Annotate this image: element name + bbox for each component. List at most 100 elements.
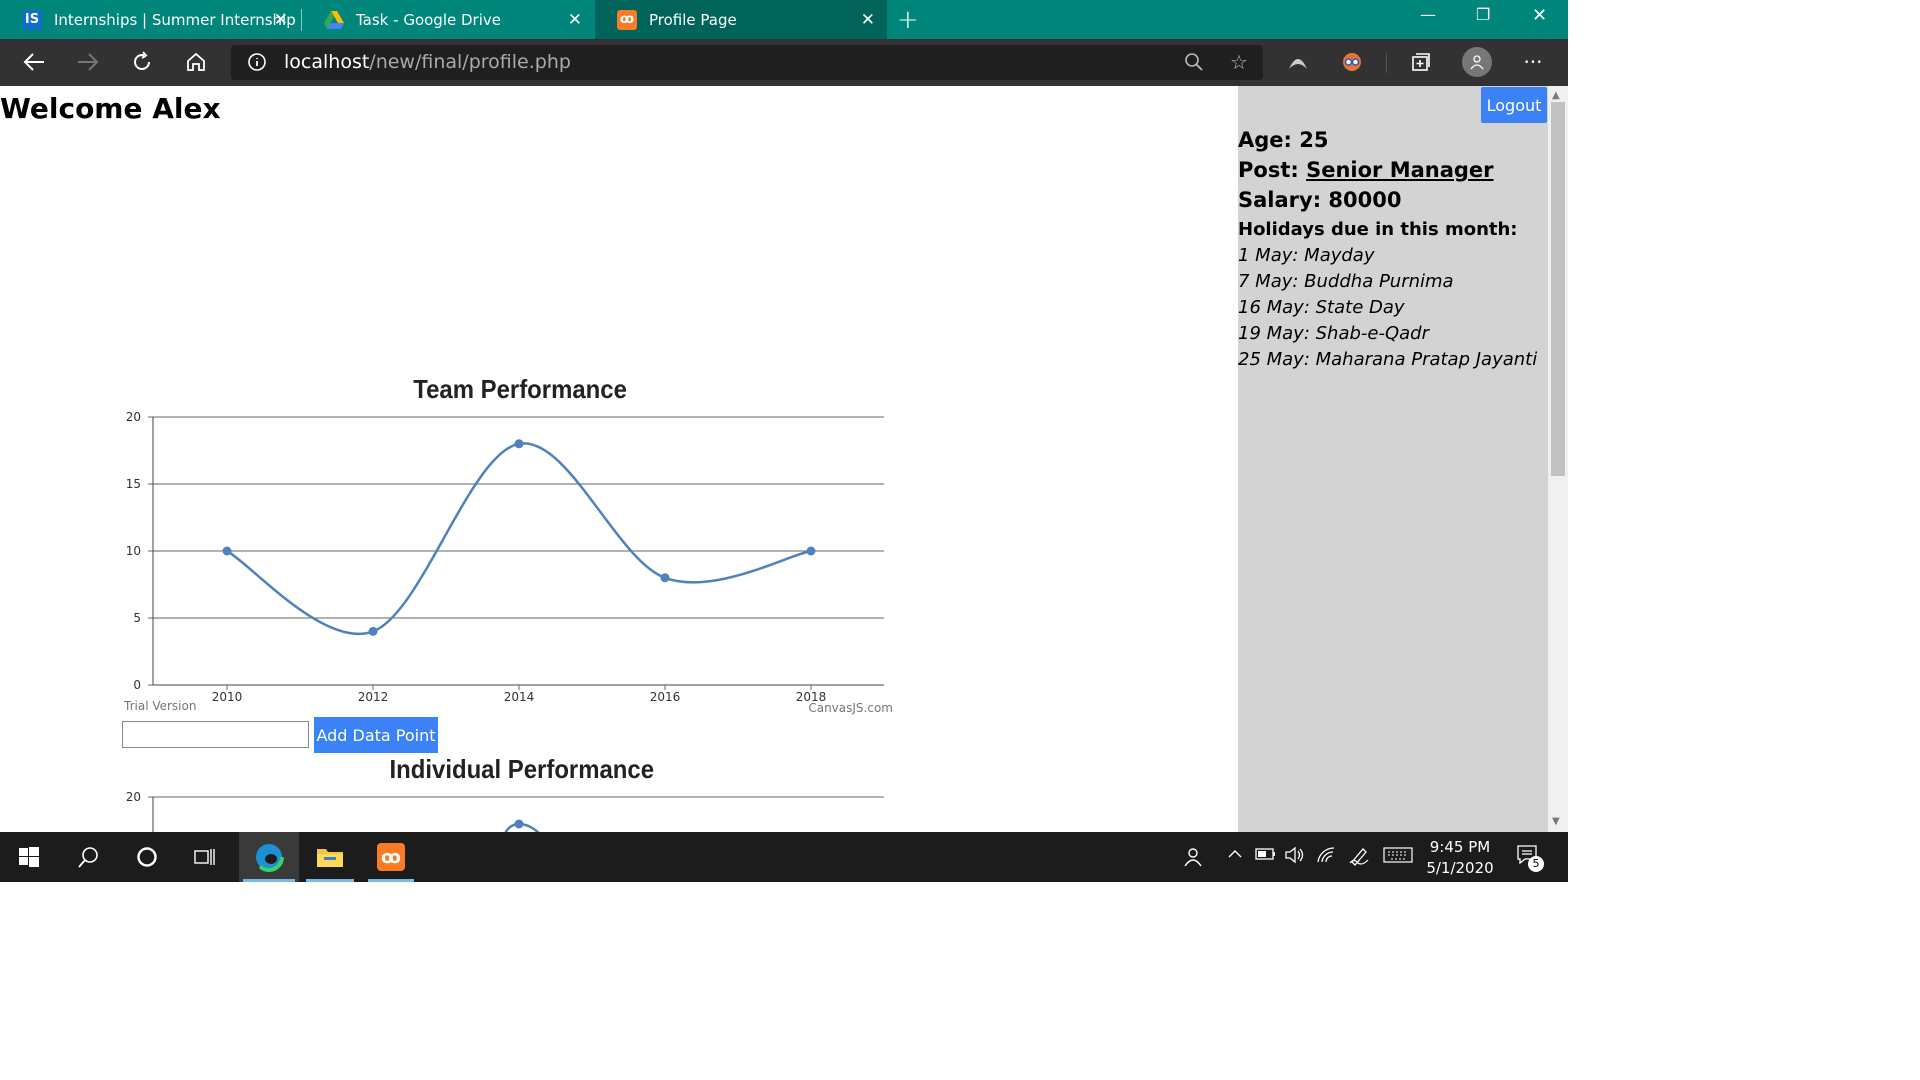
- open-indicator: [368, 879, 414, 882]
- xampp-taskbar-icon[interactable]: ꝏ: [364, 832, 418, 882]
- volume-icon[interactable]: [1284, 846, 1306, 868]
- notification-icon[interactable]: 5: [1516, 844, 1544, 872]
- post-line: Post: Senior Manager: [1238, 158, 1494, 182]
- restore-button[interactable]: ❐: [1476, 5, 1490, 24]
- system-clock[interactable]: 9:45 PM 5/1/2020: [1420, 837, 1500, 879]
- close-icon[interactable]: ✕: [861, 10, 875, 30]
- new-tab-button[interactable]: +: [897, 5, 919, 35]
- forward-icon[interactable]: [75, 49, 101, 75]
- file-explorer-icon[interactable]: [302, 832, 358, 882]
- back-icon[interactable]: [21, 49, 47, 75]
- notification-count-badge: 5: [1528, 856, 1544, 872]
- account-avatar-icon[interactable]: [1462, 47, 1492, 77]
- search-icon[interactable]: [60, 832, 118, 882]
- x-tick-label: 2010: [212, 690, 243, 704]
- xampp-icon: ꝏ: [617, 9, 637, 30]
- zoom-icon[interactable]: [1181, 49, 1207, 75]
- logout-button[interactable]: Logout: [1481, 87, 1547, 123]
- refresh-icon[interactable]: [129, 49, 155, 75]
- holidays-heading: Holidays due in this month:: [1238, 219, 1518, 240]
- address-bar[interactable]: localhost/new/final/profile.php ☆: [231, 45, 1263, 80]
- post-value[interactable]: Senior Manager: [1306, 158, 1493, 182]
- x-tick-label: 2014: [504, 690, 535, 704]
- people-icon[interactable]: [1181, 846, 1203, 872]
- profile-sidebar: Logout Age: 25 Post: Senior Manager Sala…: [1238, 86, 1548, 832]
- data-point: [368, 626, 378, 636]
- close-icon[interactable]: ✕: [274, 10, 288, 30]
- more-icon[interactable]: ···: [1520, 49, 1546, 75]
- y-tick-label: 10: [126, 544, 141, 558]
- salary-line: Salary: 80000: [1238, 188, 1401, 212]
- individual-performance-chart: 20: [126, 790, 884, 832]
- pen-icon[interactable]: [1348, 846, 1370, 870]
- url-text[interactable]: localhost/new/final/profile.php: [284, 51, 571, 73]
- tab-title: Task - Google Drive: [356, 10, 501, 29]
- wifi-icon[interactable]: [1316, 846, 1338, 868]
- tab-internships[interactable]: IS Internships | Summer Internship ✕: [0, 0, 300, 39]
- url-path: /new/final/profile.php: [369, 51, 571, 73]
- data-point: [806, 546, 816, 556]
- taskbar-edge-icon[interactable]: [239, 832, 299, 882]
- toolbar-divider: [1386, 53, 1387, 73]
- xampp-icon: ꝏ: [377, 843, 405, 871]
- page-scrollbar[interactable]: ▲ ▼: [1548, 86, 1568, 832]
- series-line: [504, 822, 540, 832]
- internshala-icon: IS: [22, 9, 42, 30]
- tab-bar: IS Internships | Summer Internship ✕ Tas…: [0, 0, 1568, 39]
- open-indicator: [306, 879, 354, 882]
- profile-extension-icon[interactable]: [1339, 49, 1365, 75]
- data-point: [222, 546, 232, 556]
- cortana-icon[interactable]: [118, 832, 176, 882]
- chevron-up-icon[interactable]: [1227, 846, 1243, 866]
- windows-start-icon[interactable]: [0, 832, 58, 882]
- salary-value: 80000: [1328, 188, 1402, 212]
- holiday-item: 19 May: Shab-e-Qadr: [1238, 323, 1430, 344]
- home-icon[interactable]: [183, 49, 209, 75]
- y-tick-label: 5: [133, 611, 141, 625]
- task-view-icon[interactable]: [176, 832, 234, 882]
- age-value: 25: [1299, 128, 1329, 152]
- series-line: [226, 442, 812, 635]
- battery-icon[interactable]: [1255, 846, 1277, 866]
- x-tick-label: 2016: [650, 690, 681, 704]
- info-icon[interactable]: [244, 49, 270, 75]
- collections-icon[interactable]: [1408, 49, 1434, 75]
- page-content: Welcome Alex Team Performance 0 5 10 15 20 20…: [0, 86, 1548, 832]
- canvasjs-credit-label: CanvasJS.com: [808, 701, 893, 715]
- y-tick-label: 20: [126, 790, 141, 804]
- welcome-heading: Welcome Alex: [0, 92, 221, 125]
- extension-icon[interactable]: [1285, 49, 1311, 75]
- windows-taskbar: ꝏ 9:45 PM 5/1/2020 5: [0, 832, 1568, 882]
- clock-time: 9:45 PM: [1429, 838, 1491, 856]
- holiday-item: 7 May: Buddha Purnima: [1238, 271, 1454, 292]
- minimize-button[interactable]: —: [1420, 5, 1436, 24]
- url-host: localhost: [284, 51, 370, 73]
- x-tick-label: 2012: [358, 690, 389, 704]
- data-point: [514, 439, 524, 449]
- scroll-up-arrow-icon[interactable]: ▲: [1552, 90, 1560, 101]
- scroll-down-arrow-icon[interactable]: ▼: [1552, 816, 1560, 827]
- keyboard-icon[interactable]: [1383, 846, 1413, 868]
- tab-google-drive[interactable]: Task - Google Drive ✕: [302, 0, 594, 39]
- post-label: Post:: [1238, 158, 1299, 182]
- salary-label: Salary:: [1238, 188, 1322, 212]
- age-label: Age:: [1238, 128, 1292, 152]
- chart-title-individual: Individual Performance: [389, 754, 655, 784]
- close-icon[interactable]: ✕: [568, 10, 582, 30]
- data-point-input[interactable]: [122, 721, 309, 748]
- data-point: [514, 819, 524, 829]
- holiday-item: 25 May: Maharana Pratap Jayanti: [1238, 349, 1538, 370]
- trial-version-label: Trial Version: [123, 699, 196, 713]
- add-data-point-button[interactable]: Add Data Point: [314, 717, 438, 753]
- browser-toolbar: localhost/new/final/profile.php ☆ ···: [0, 39, 1568, 86]
- y-tick-label: 0: [133, 678, 141, 692]
- favorite-star-icon[interactable]: ☆: [1226, 49, 1252, 75]
- clock-date: 5/1/2020: [1426, 859, 1494, 877]
- drive-icon: [324, 10, 344, 30]
- holiday-item: 16 May: State Day: [1238, 297, 1405, 318]
- scroll-thumb[interactable]: [1551, 102, 1565, 476]
- close-window-button[interactable]: ✕: [1532, 5, 1547, 26]
- age-line: Age: 25: [1238, 128, 1328, 152]
- tab-profile-page[interactable]: ꝏ Profile Page ✕: [595, 0, 887, 39]
- data-point: [660, 573, 670, 583]
